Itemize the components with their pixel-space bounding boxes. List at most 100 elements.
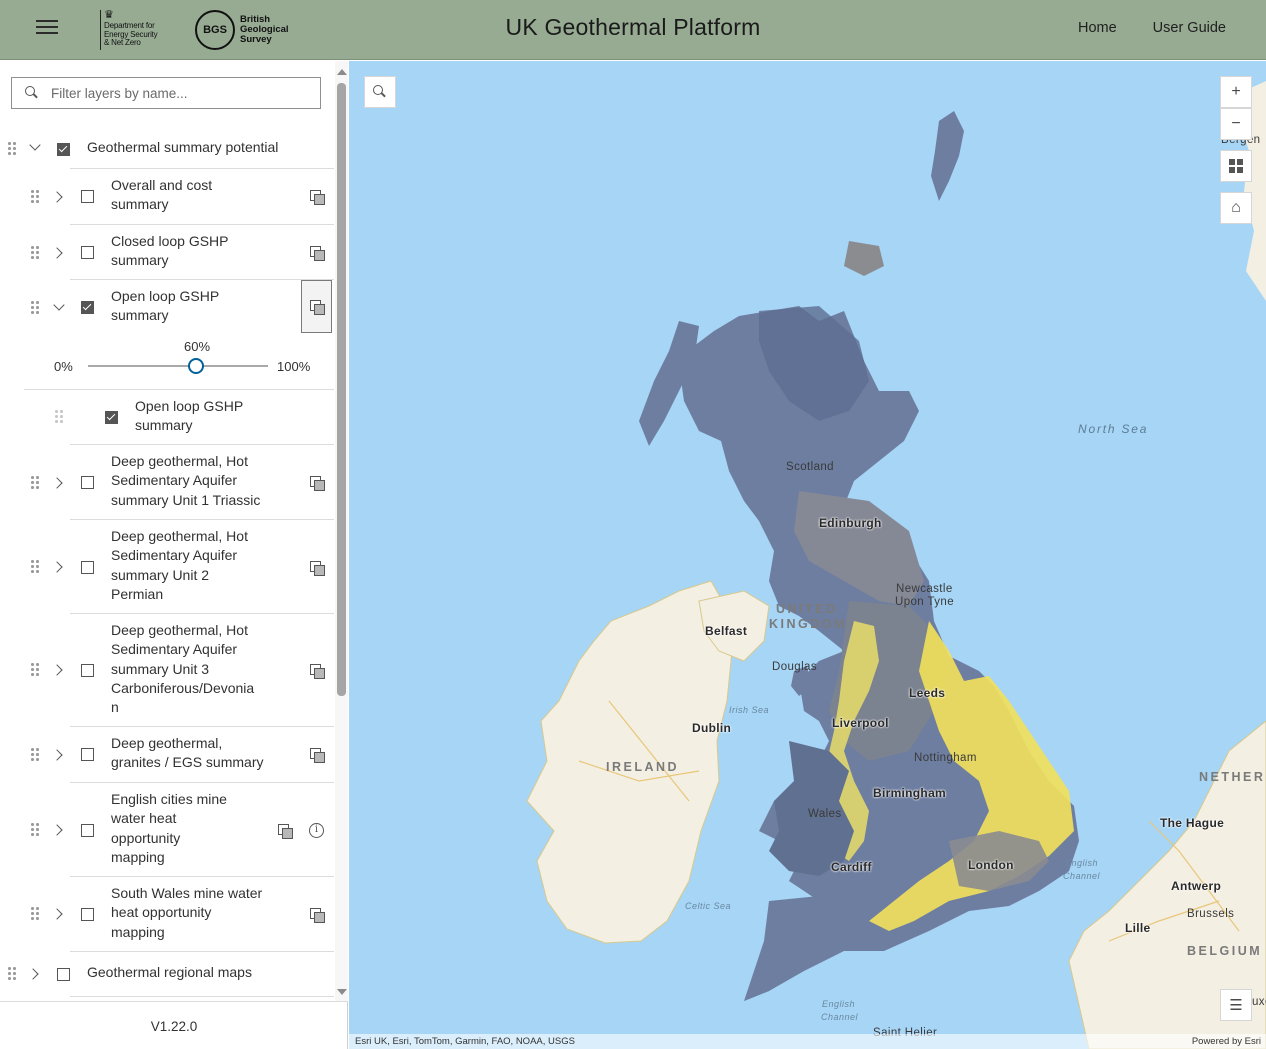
layer-item-open-loop[interactable]: Open loop GSHP summary <box>0 280 334 335</box>
layer-checkbox[interactable] <box>81 664 94 677</box>
map-label-belfast: Belfast <box>705 624 748 638</box>
map-search-button[interactable] <box>364 76 396 108</box>
home-button[interactable]: ⌂ <box>1220 192 1252 224</box>
layer-item-english-mine-water[interactable]: English cities mine water heat opportuni… <box>0 783 334 877</box>
layer-checkbox[interactable] <box>105 411 118 424</box>
drag-handle-icon[interactable] <box>31 476 39 490</box>
drag-handle-icon[interactable] <box>31 823 39 837</box>
scroll-thumb[interactable] <box>337 83 346 696</box>
chevron-down-icon[interactable] <box>53 299 65 311</box>
map-label-wales: Wales <box>808 808 842 820</box>
map-label-lille: Lille <box>1125 921 1151 935</box>
opacity-slider-track[interactable] <box>88 365 268 367</box>
map-label-english-channel-sw: English <box>822 999 856 1009</box>
chevron-down-icon[interactable] <box>29 139 41 151</box>
layer-checkbox[interactable] <box>81 908 94 921</box>
drag-handle-icon[interactable] <box>31 560 39 574</box>
hamburger-menu-icon[interactable] <box>36 20 58 38</box>
nav-home-link[interactable]: Home <box>1078 20 1117 36</box>
layer-item-hsa-unit1[interactable]: Deep geothermal, Hot Sedimentary Aquifer… <box>0 445 334 520</box>
layer-checkbox[interactable] <box>81 301 94 314</box>
layer-checkbox[interactable] <box>57 143 70 156</box>
map-label-scotland: Scotland <box>786 461 834 473</box>
search-icon <box>373 85 387 99</box>
layer-checkbox[interactable] <box>81 246 94 259</box>
copy-layer-icon[interactable] <box>310 664 325 679</box>
drag-handle-icon[interactable] <box>8 142 16 156</box>
drag-handle-icon[interactable] <box>31 748 39 762</box>
layer-label: summary <box>111 252 169 269</box>
legend-button[interactable]: ☰ <box>1220 989 1252 1021</box>
nav-user-guide-link[interactable]: User Guide <box>1153 20 1226 36</box>
layer-label: English cities mine <box>111 791 227 807</box>
layer-checkbox[interactable] <box>81 476 94 489</box>
sublayer-item-open-loop[interactable]: Open loop GSHP summary <box>0 390 334 445</box>
drag-handle-icon[interactable] <box>31 301 39 315</box>
copy-layer-icon[interactable] <box>310 476 325 491</box>
layer-group-label: Geothermal summary potential <box>87 139 279 155</box>
layer-group-regional-maps[interactable]: Geothermal regional maps <box>0 952 334 997</box>
zoom-in-button[interactable]: + <box>1220 76 1252 108</box>
drag-handle-icon[interactable] <box>31 246 39 260</box>
drag-handle-icon[interactable] <box>31 907 39 921</box>
map-label-newcastle: Newcastle <box>896 583 953 595</box>
chevron-right-icon[interactable] <box>27 968 39 980</box>
layer-checkbox[interactable] <box>81 190 94 203</box>
chevron-right-icon[interactable] <box>51 561 63 573</box>
legend-list-icon: ☰ <box>1229 997 1243 1014</box>
layer-group-geothermal-summary[interactable]: Geothermal summary potential <box>0 129 334 169</box>
layer-checkbox[interactable] <box>57 968 70 981</box>
attribution-text: Esri UK, Esri, TomTom, Garmin, FAO, NOAA… <box>355 1036 575 1047</box>
drag-handle-icon[interactable] <box>31 663 39 677</box>
map-view[interactable]: Scotland Edinburgh Newcastle Upon Tyne U… <box>349 61 1266 1049</box>
chevron-right-icon[interactable] <box>51 749 63 761</box>
layer-checkbox[interactable] <box>81 561 94 574</box>
copy-layer-icon[interactable] <box>310 908 325 923</box>
layer-item-hsa-unit3[interactable]: Deep geothermal, Hot Sedimentary Aquifer… <box>0 614 334 727</box>
layer-label: Deep geothermal, <box>111 735 223 751</box>
copy-layer-button[interactable] <box>301 280 332 333</box>
scroll-up-arrow-icon[interactable] <box>337 69 347 75</box>
opacity-min-label: 0% <box>54 359 73 374</box>
layer-list-scrollbar[interactable] <box>335 61 348 1001</box>
copy-layer-icon[interactable] <box>278 824 293 839</box>
layer-label: Sedimentary Aquifer <box>111 641 238 658</box>
chevron-right-icon[interactable] <box>51 191 63 203</box>
basemap-gallery-button[interactable] <box>1220 150 1252 182</box>
layer-filter-input[interactable] <box>51 85 301 101</box>
layer-item-hsa-unit2[interactable]: Deep geothermal, Hot Sedimentary Aquifer… <box>0 520 334 614</box>
layer-checkbox[interactable] <box>81 824 94 837</box>
layer-label: mapping <box>111 923 165 940</box>
drag-handle-icon[interactable] <box>55 410 63 424</box>
zoom-out-button[interactable]: − <box>1220 108 1252 140</box>
map-label-nottingham: Nottingham <box>914 752 977 764</box>
desnz-logo: ♛ Department for Energy Security & Net Z… <box>100 10 158 50</box>
scroll-down-arrow-icon[interactable] <box>337 989 347 995</box>
layer-item-granites-egs[interactable]: Deep geothermal, granites / EGS summary <box>0 727 334 783</box>
map-attribution: Esri UK, Esri, TomTom, Garmin, FAO, NOAA… <box>349 1034 1266 1049</box>
info-icon[interactable]: i <box>309 823 324 838</box>
bgs-logo: BGS British Geological Survey <box>195 9 289 51</box>
layer-checkbox[interactable] <box>81 748 94 761</box>
chevron-right-icon[interactable] <box>51 477 63 489</box>
layer-item-overall-cost[interactable]: Overall and cost summary <box>0 169 334 225</box>
app-title: UK Geothermal Platform <box>505 14 761 40</box>
chevron-right-icon[interactable] <box>51 908 63 920</box>
drag-handle-icon[interactable] <box>8 967 16 981</box>
chevron-right-icon[interactable] <box>51 664 63 676</box>
layer-item-closed-loop[interactable]: Closed loop GSHP summary <box>0 225 334 280</box>
copy-layer-icon[interactable] <box>310 561 325 576</box>
layer-filter-search[interactable] <box>11 77 321 109</box>
opacity-slider-thumb[interactable] <box>188 358 204 374</box>
copy-layer-icon[interactable] <box>310 190 325 205</box>
bgs-logo-mark: BGS <box>195 10 235 50</box>
layer-item-south-wales-mine-water[interactable]: South Wales mine water heat opportunity … <box>0 877 334 952</box>
drag-handle-icon[interactable] <box>31 190 39 204</box>
copy-layer-icon[interactable] <box>310 246 325 261</box>
chevron-right-icon[interactable] <box>51 824 63 836</box>
chevron-right-icon[interactable] <box>51 247 63 259</box>
copy-layer-icon[interactable] <box>310 748 325 763</box>
layer-list: Geothermal summary potential Overall and… <box>0 61 334 1001</box>
map-label-the-hague: The Hague <box>1160 816 1225 830</box>
powered-by-esri[interactable]: Powered by Esri <box>1192 1034 1261 1049</box>
